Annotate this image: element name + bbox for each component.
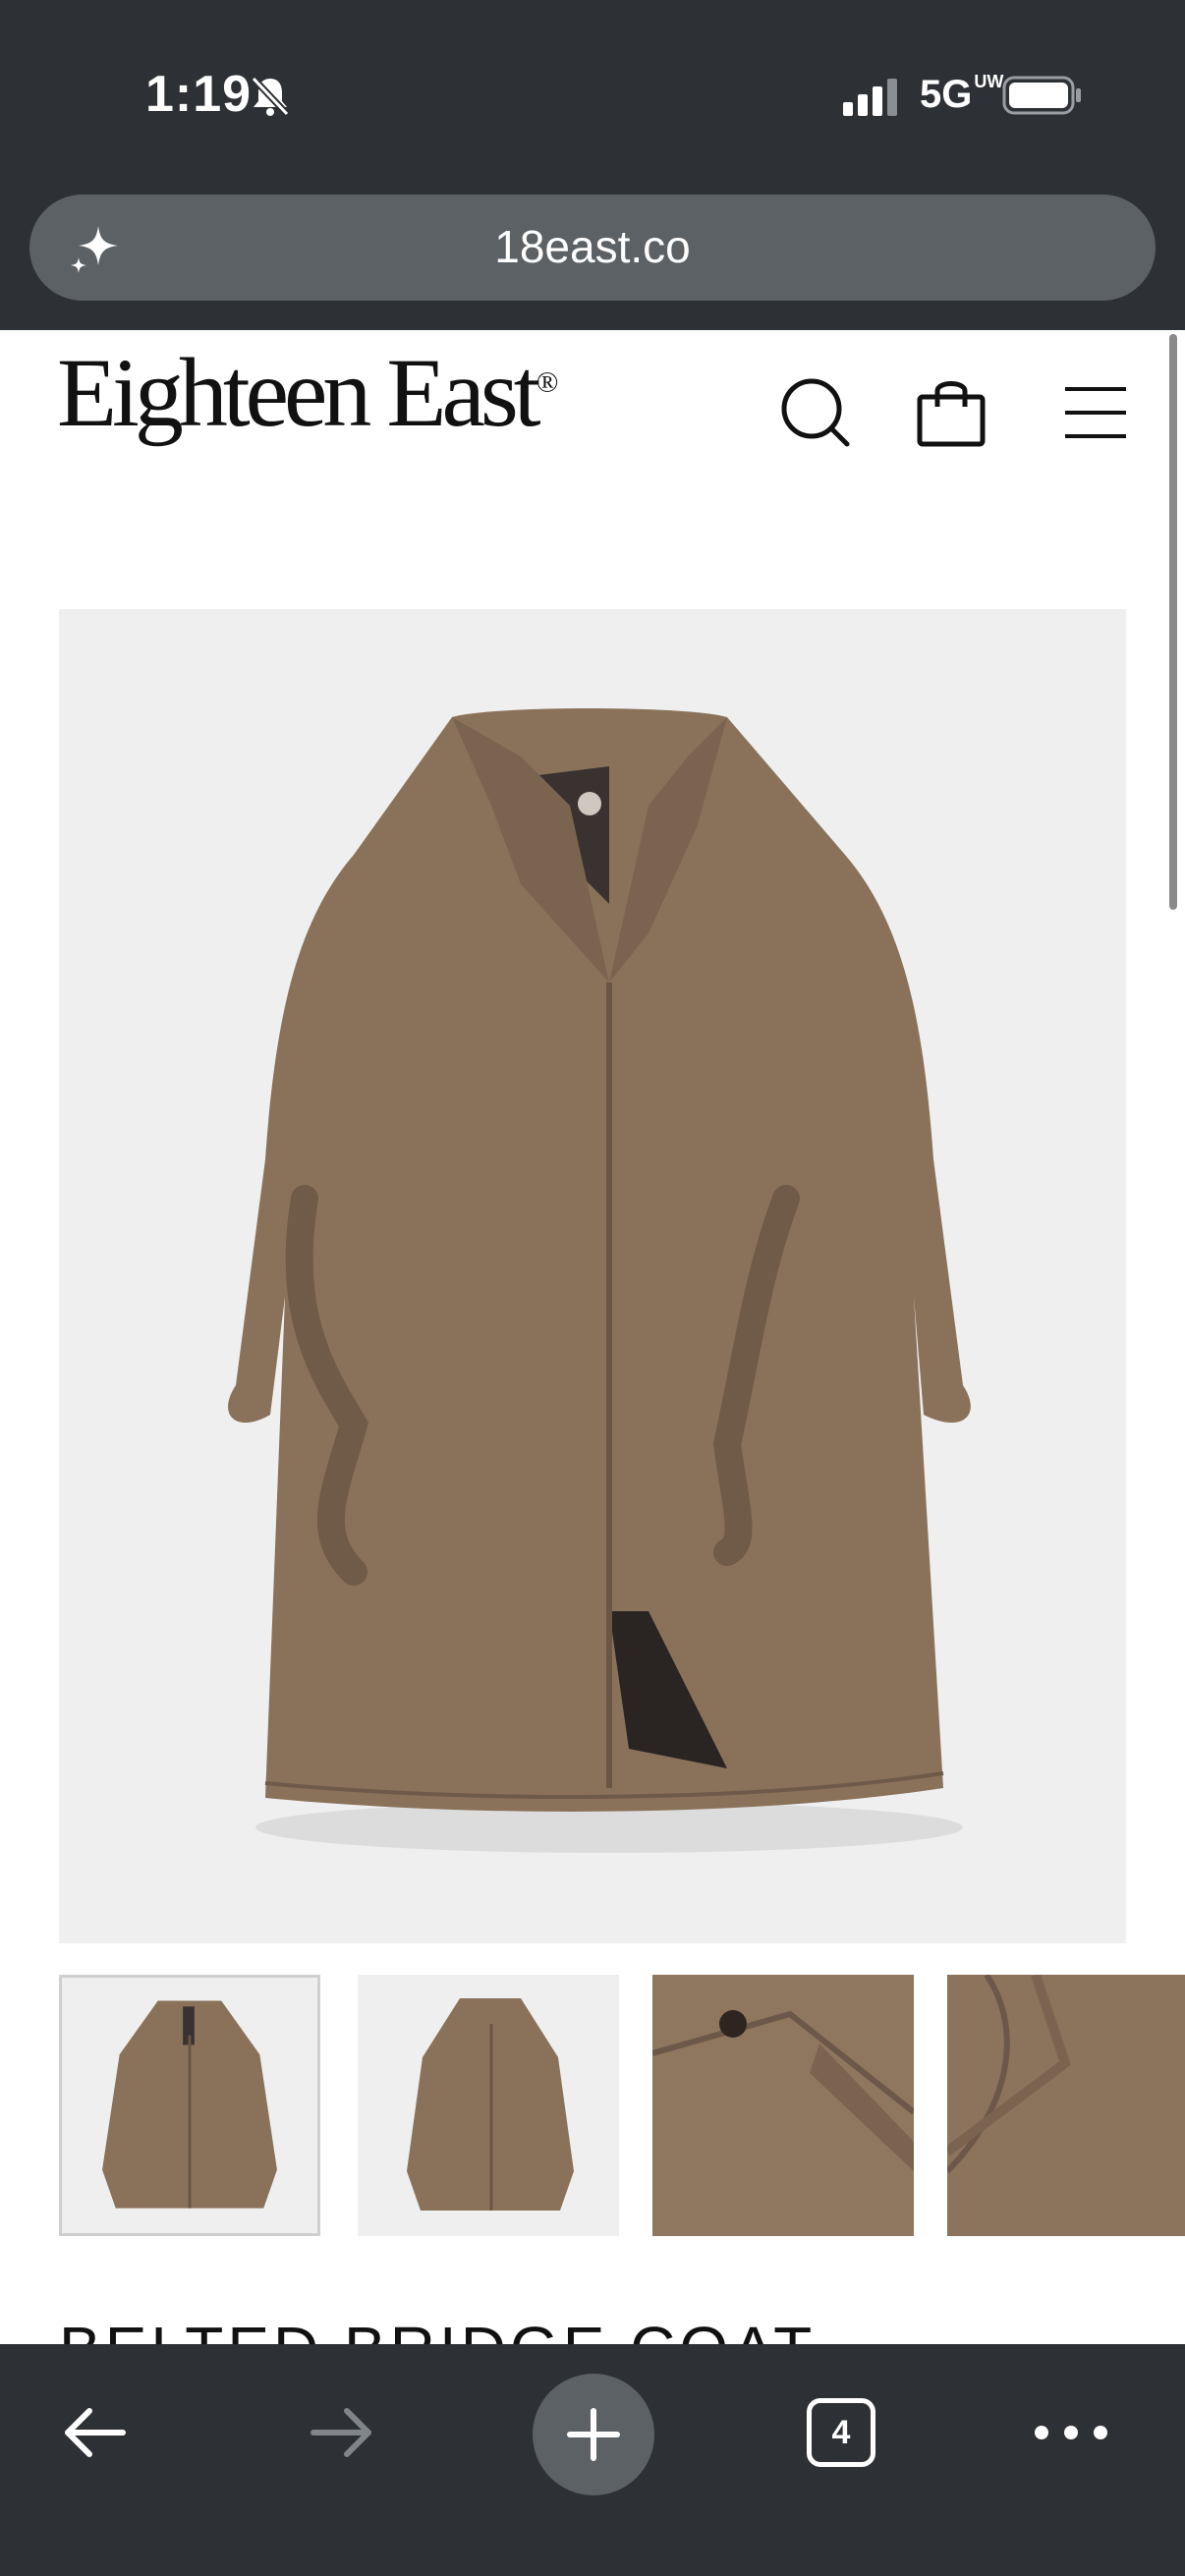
back-arrow-icon (65, 2408, 126, 2457)
more-button[interactable] (1012, 2374, 1130, 2492)
battery-icon (1002, 76, 1081, 115)
product-thumbnails (59, 1975, 1185, 2236)
page-scrollbar[interactable] (1169, 334, 1177, 910)
signal-icon (843, 79, 897, 116)
search-icon[interactable] (776, 373, 855, 452)
site-header: Eighteen East® (0, 330, 1185, 477)
tabs-button[interactable]: 4 (782, 2374, 900, 2492)
shopping-bag-icon[interactable] (912, 373, 990, 452)
address-bar[interactable]: 18east.co (29, 195, 1156, 301)
browser-top-chrome: 1:19 5G UW 18east.co (0, 0, 1185, 330)
tabs-icon: 4 (807, 2398, 875, 2467)
thumbnail-front[interactable] (59, 1975, 320, 2236)
product-main-image[interactable] (59, 609, 1126, 1943)
site-logo[interactable]: Eighteen East® (57, 344, 558, 442)
bell-off-icon (251, 76, 290, 117)
thumbnail-collar-detail[interactable] (652, 1975, 914, 2236)
forward-button[interactable] (283, 2374, 401, 2492)
more-icon (1035, 2426, 1107, 2439)
hamburger-menu-icon[interactable] (1059, 373, 1138, 452)
coat-illustration (228, 708, 971, 1853)
browser-toolbar: 4 (0, 2344, 1185, 2576)
url-text: 18east.co (494, 221, 691, 272)
new-tab-icon (567, 2408, 620, 2461)
thumbnail-lapel-detail[interactable] (947, 1975, 1185, 2236)
status-time: 1:19 (145, 66, 253, 123)
thumbnail-front-angle[interactable] (358, 1975, 619, 2236)
forward-arrow-icon (310, 2408, 371, 2457)
new-tab-button[interactable] (533, 2374, 654, 2495)
back-button[interactable] (35, 2374, 153, 2492)
network-type: 5G UW (920, 72, 1004, 116)
